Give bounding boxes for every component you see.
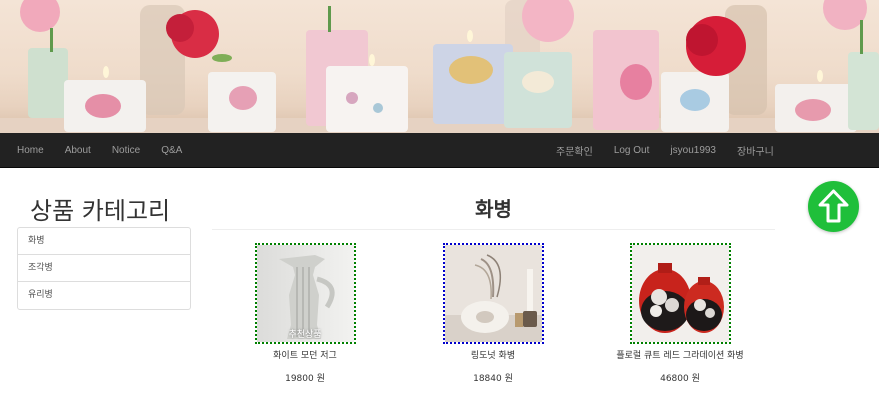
nav-left-group: Home About Notice Q&A xyxy=(17,133,203,168)
nav-right-group: 주문확인 Log Out jsyou1993 장바구니 xyxy=(545,133,784,168)
ring-donut-vase-image xyxy=(444,245,542,342)
floral-red-vase-image xyxy=(631,245,729,342)
category-title: 상품 카테고리 xyxy=(30,197,171,225)
category-item-glass-vase[interactable]: 유리병 xyxy=(18,282,190,309)
nav-notice-link[interactable]: Notice xyxy=(112,145,140,156)
arrow-up-icon xyxy=(818,189,849,223)
scroll-top-button[interactable] xyxy=(808,181,859,232)
product-name[interactable]: 플로럴 큐트 레드 그라데이션 화병 xyxy=(600,348,760,361)
product-card: 플로럴 큐트 레드 그라데이션 화병 46800 원 xyxy=(600,243,760,384)
category-item-sculpture-vase[interactable]: 조각병 xyxy=(18,255,190,282)
candles-banner-image xyxy=(0,0,879,133)
nav-logout-link[interactable]: Log Out xyxy=(614,145,650,156)
product-name[interactable]: 링도넛 화병 xyxy=(413,348,573,361)
category-item-vase[interactable]: 화병 xyxy=(18,228,190,255)
recommended-badge: 추천상품 xyxy=(288,330,322,340)
category-list: 화병 조각병 유리병 xyxy=(17,227,191,310)
nav-home-link[interactable]: Home xyxy=(17,145,44,156)
nav-qna-link[interactable]: Q&A xyxy=(161,145,182,156)
nav-cart-link[interactable]: 장바구니 xyxy=(737,143,774,158)
navbar: Home About Notice Q&A 주문확인 Log Out jsyou… xyxy=(0,133,879,168)
nav-username-link[interactable]: jsyou1993 xyxy=(670,145,716,156)
product-price: 46800 원 xyxy=(660,374,700,384)
nav-order-check-link[interactable]: 주문확인 xyxy=(556,143,593,158)
product-image-ring-donut-vase[interactable] xyxy=(442,243,544,344)
product-price: 19800 원 xyxy=(285,374,325,384)
nav-about-link[interactable]: About xyxy=(65,145,91,156)
page-title: 화병 xyxy=(475,197,512,221)
product-image-floral-red-vase[interactable] xyxy=(629,243,731,344)
product-card: 추천상품 화이트 모던 저그 19800 원 xyxy=(225,243,385,384)
product-price: 18840 원 xyxy=(473,374,513,384)
header-banner xyxy=(0,0,879,133)
product-card: 링도넛 화병 18840 원 xyxy=(413,243,573,384)
title-divider xyxy=(212,229,775,230)
product-name[interactable]: 화이트 모던 저그 xyxy=(225,348,385,361)
product-image-white-jug[interactable]: 추천상품 xyxy=(254,243,356,344)
